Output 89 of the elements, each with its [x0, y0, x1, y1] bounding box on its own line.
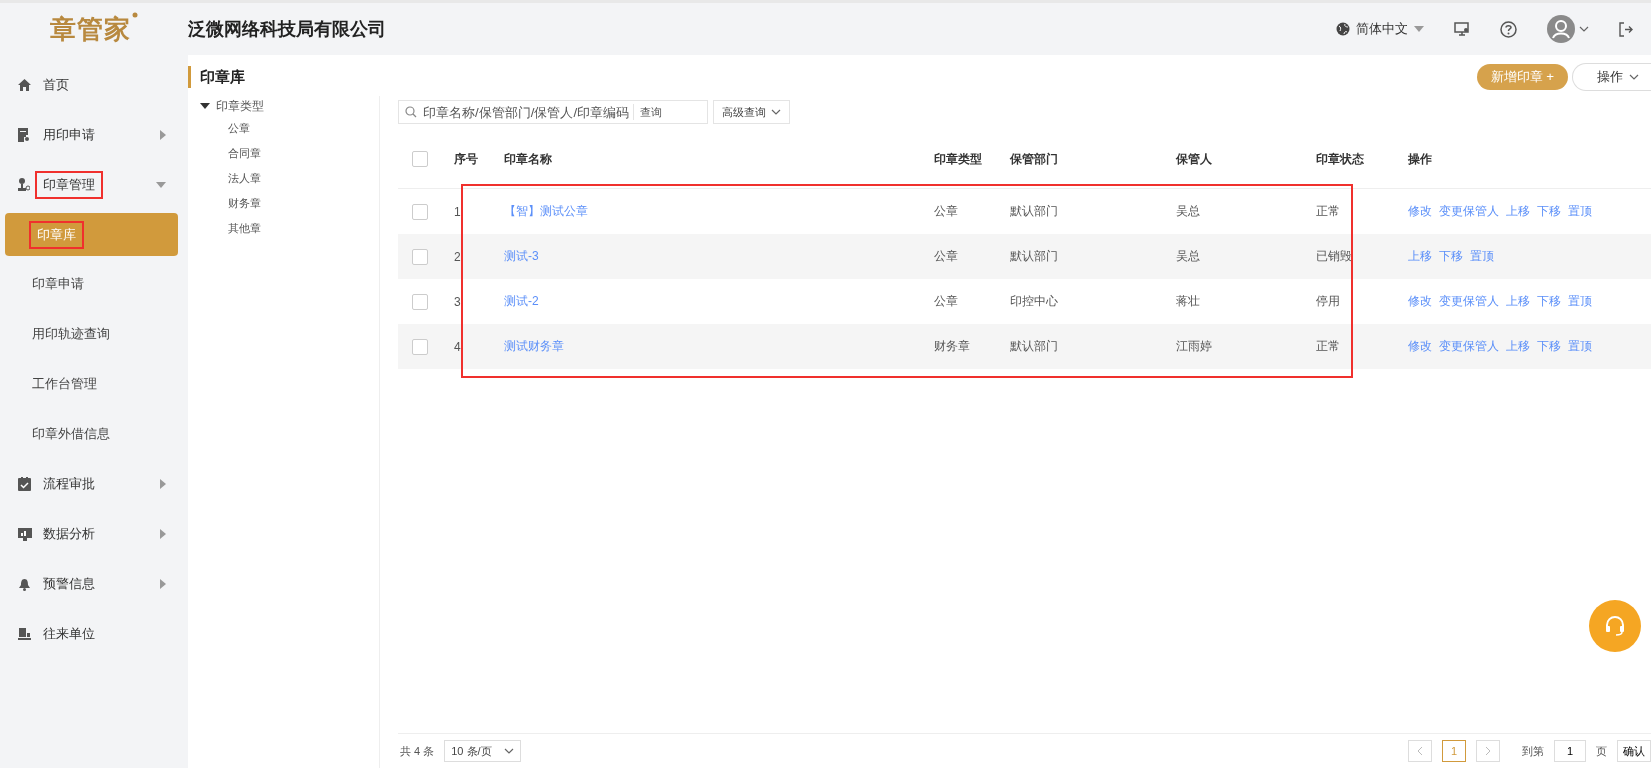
nav-item[interactable]: 数据分析	[35, 520, 103, 548]
nav-item[interactable]: 用印申请	[35, 121, 103, 149]
table-cell-text: 2	[454, 249, 462, 264]
avatar-icon[interactable]	[1547, 15, 1575, 43]
tree-node[interactable]: 其他章	[228, 221, 261, 236]
table-cell-text: 4	[454, 339, 462, 354]
tree-node[interactable]: 印章类型	[200, 96, 379, 116]
query-button[interactable]: 查询	[640, 104, 662, 120]
registered-mark-icon	[132, 11, 138, 18]
next-page-button[interactable]	[1476, 740, 1500, 762]
tree-node[interactable]: 财务章	[228, 196, 261, 211]
help-icon[interactable]	[1500, 20, 1517, 38]
column-header: 保管人	[1176, 150, 1213, 168]
nav-item[interactable]: 印章管理	[35, 171, 103, 199]
support-button[interactable]	[1589, 600, 1641, 652]
search-icon	[405, 106, 417, 118]
select-all-checkbox[interactable]	[412, 151, 428, 167]
goto-label: 到第	[1522, 743, 1544, 759]
nav-item[interactable]: 往来单位	[35, 620, 103, 648]
document-icon	[18, 128, 30, 142]
table-cell-text: 正常	[1316, 338, 1341, 355]
column-header: 保管部门	[1010, 150, 1059, 168]
advanced-search-button[interactable]: 高级查询	[713, 100, 790, 124]
table-cell-text: 江雨婷	[1176, 338, 1213, 355]
column-header: 序号	[454, 150, 479, 168]
stamp-icon	[18, 178, 30, 192]
column-header: 印章名称	[504, 150, 553, 168]
monitor-chart-icon	[18, 527, 32, 541]
tree-node[interactable]: 法人章	[228, 171, 261, 186]
previous-page-button[interactable]	[1408, 740, 1432, 762]
table-cell-text: 公章	[934, 293, 959, 310]
table-cell-text: 默认部门	[1010, 338, 1059, 355]
nav-item[interactable]: 预警信息	[35, 570, 103, 598]
page-unit-label: 页	[1596, 743, 1607, 759]
chevron-down-icon	[503, 748, 514, 754]
caret-down-icon	[200, 103, 210, 109]
table-cell-text: 吴总	[1176, 203, 1201, 220]
table-cell-text: 默认部门	[1010, 203, 1059, 220]
page-title: 印章库	[188, 66, 245, 88]
logout-icon[interactable]	[1619, 21, 1633, 37]
table-cell-text: 3	[454, 294, 462, 309]
chevron-down-icon	[1579, 26, 1589, 32]
column-header: 操作	[1408, 150, 1433, 168]
row-checkbox[interactable]	[412, 338, 428, 355]
row-checkbox[interactable]	[412, 203, 428, 220]
nav-subitem[interactable]: 印章外借信息	[0, 409, 188, 459]
search-field[interactable]: 印章名称/保管部门/保管人/印章编码 查询	[398, 100, 708, 124]
chevron-left-icon	[1417, 746, 1423, 756]
table-cell-text: 印控中心	[1010, 293, 1059, 310]
table-cell-text: 默认部门	[1010, 248, 1059, 265]
chevron-down-icon	[1629, 74, 1639, 80]
headset-icon	[1603, 614, 1627, 638]
chevron-right-icon	[1485, 746, 1491, 756]
nav-item[interactable]: 首页	[35, 71, 77, 99]
monitor-icon[interactable]	[1454, 22, 1470, 36]
table-cell-text: 停用	[1316, 293, 1341, 310]
bell-icon	[18, 577, 31, 591]
nav-item[interactable]: 流程审批	[35, 470, 103, 498]
table-cell-text: 正常	[1316, 203, 1341, 220]
building-icon	[18, 627, 31, 641]
tree-node[interactable]: 合同章	[228, 146, 261, 161]
globe-icon	[1336, 22, 1350, 36]
column-header: 印章状态	[1316, 150, 1365, 168]
nav-subitem[interactable]: 用印轨迹查询	[0, 309, 188, 359]
table-cell-text: 1	[454, 204, 462, 219]
nav-subitem[interactable]: 印章申请	[0, 259, 188, 309]
row-checkbox[interactable]	[412, 248, 428, 265]
company-name: 泛微网络科技局有限公司	[188, 18, 387, 41]
table-cell-text: 财务章	[934, 338, 971, 355]
page-size-select[interactable]: 10 条/页	[444, 740, 521, 762]
row-checkbox[interactable]	[412, 293, 428, 310]
caret-down-icon	[1414, 26, 1424, 32]
operations-dropdown[interactable]: 操作	[1572, 63, 1651, 91]
column-header: 印章类型	[934, 150, 983, 168]
logo-text: 章管家	[50, 12, 131, 46]
table-cell-text: 已销毁	[1316, 248, 1353, 265]
table-cell-text: 公章	[934, 248, 959, 265]
table-cell-text: 吴总	[1176, 248, 1201, 265]
nav-subitem[interactable]: 工作台管理	[0, 359, 188, 409]
home-icon	[18, 79, 31, 91]
confirm-button[interactable]: 确认	[1617, 740, 1651, 762]
table-cell-text: 蒋壮	[1176, 293, 1201, 310]
chevron-down-icon	[771, 109, 781, 115]
page-number-input[interactable]: 1	[1554, 740, 1586, 762]
tree-node[interactable]: 公章	[228, 121, 250, 136]
total-count: 共 4 条	[400, 743, 435, 759]
table-cell-text: 公章	[934, 203, 959, 220]
language-selector[interactable]: 简体中文	[1336, 20, 1424, 38]
calendar-check-icon	[18, 477, 31, 491]
